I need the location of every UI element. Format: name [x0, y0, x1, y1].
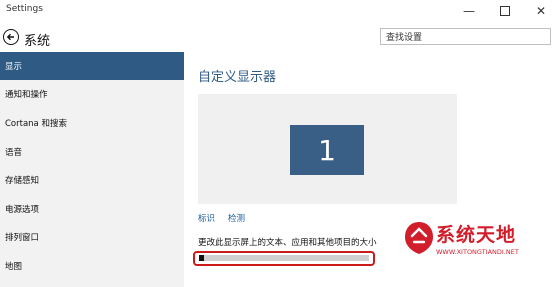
close-button[interactable]: ✕	[524, 0, 558, 22]
sidebar-item-power[interactable]: 电源选项	[0, 195, 184, 223]
watermark-text: 系统天地	[436, 224, 517, 246]
sidebar-item-label: Cortana 和搜索	[5, 119, 67, 129]
back-button[interactable]	[3, 29, 19, 45]
maximize-icon	[500, 6, 510, 16]
sidebar-item-label: 存储感知	[5, 176, 40, 186]
window-title: Settings	[6, 4, 43, 14]
sidebar-item-storage[interactable]: 存储感知	[0, 166, 184, 194]
sidebar-item-label: 显示	[5, 62, 23, 72]
watermark: 系统天地 WWW.XITONGTIANDI.NET	[400, 214, 556, 264]
sidebar-item-maps[interactable]: 地图	[0, 252, 184, 280]
back-arrow-icon	[6, 33, 14, 41]
close-icon: ✕	[535, 4, 547, 18]
sidebar-item-label: 排列窗口	[5, 233, 40, 243]
search-input[interactable]	[380, 28, 551, 45]
watermark-url: WWW.XITONGTIANDI.NET	[436, 248, 519, 256]
sidebar-item-display[interactable]: 显示	[0, 52, 184, 80]
sidebar-item-label: 语音	[5, 148, 23, 158]
sidebar-item-speech[interactable]: 语音	[0, 138, 184, 166]
minimize-icon: —	[463, 4, 475, 18]
page-header: 系统	[0, 24, 559, 52]
identify-link[interactable]: 标识	[198, 212, 215, 224]
monitor-tile[interactable]: 1	[290, 125, 364, 175]
scale-label: 更改此显示屏上的文本、应用和其他项目的大小	[198, 238, 377, 248]
sidebar-item-label: 通知和操作	[5, 90, 48, 100]
page-title: 系统	[24, 34, 51, 49]
window-titlebar: Settings — ✕	[0, 0, 559, 22]
maximize-button[interactable]	[488, 0, 522, 22]
sidebar-item-multitasking[interactable]: 排列窗口	[0, 223, 184, 251]
watermark-logo-icon	[405, 222, 433, 254]
sidebar-item-cortana[interactable]: Cortana 和搜索	[0, 109, 184, 137]
sidebar-item-notifications[interactable]: 通知和操作	[0, 80, 184, 108]
scale-slider-thumb[interactable]	[199, 255, 204, 261]
sidebar-item-label: 地图	[5, 262, 23, 272]
content-title: 自定义显示器	[198, 70, 277, 85]
scale-slider[interactable]	[199, 255, 369, 261]
sidebar: 显示 通知和操作 Cortana 和搜索 语音 存储感知 电源选项 排列窗口 地…	[0, 52, 184, 287]
sidebar-item-label: 电源选项	[5, 205, 40, 215]
detect-link[interactable]: 检测	[228, 212, 245, 224]
minimize-button[interactable]: —	[452, 0, 486, 22]
